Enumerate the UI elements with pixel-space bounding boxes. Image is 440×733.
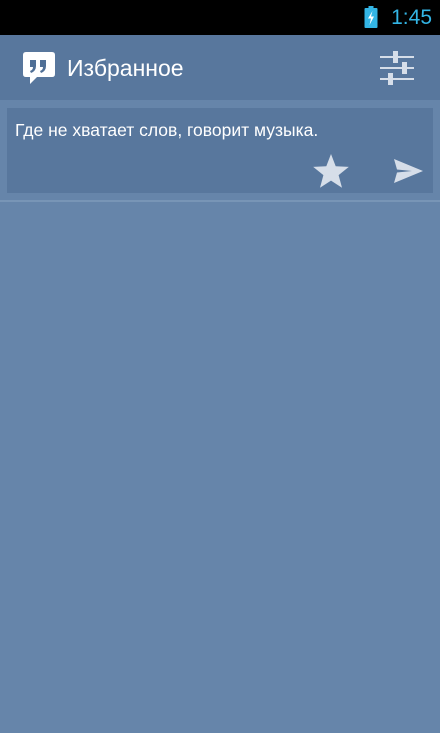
favorites-list: Где не хватает слов, говорит музыка. xyxy=(0,100,440,733)
status-clock: 1:45 xyxy=(391,6,432,29)
settings-button[interactable] xyxy=(368,35,440,100)
status-bar: 1:45 xyxy=(0,0,440,35)
battery-charging-icon xyxy=(364,6,378,28)
quote-bubble-icon[interactable] xyxy=(21,50,57,86)
send-icon[interactable] xyxy=(391,154,425,188)
list-item[interactable]: Где не хватает слов, говорит музыка. xyxy=(7,108,433,193)
star-icon[interactable] xyxy=(311,152,351,190)
list-divider xyxy=(0,200,440,202)
quote-text: Где не хватает слов, говорит музыка. xyxy=(15,120,319,140)
sliders-icon xyxy=(380,51,414,85)
action-bar: Избранное xyxy=(0,35,440,100)
page-title: Избранное xyxy=(67,55,184,81)
